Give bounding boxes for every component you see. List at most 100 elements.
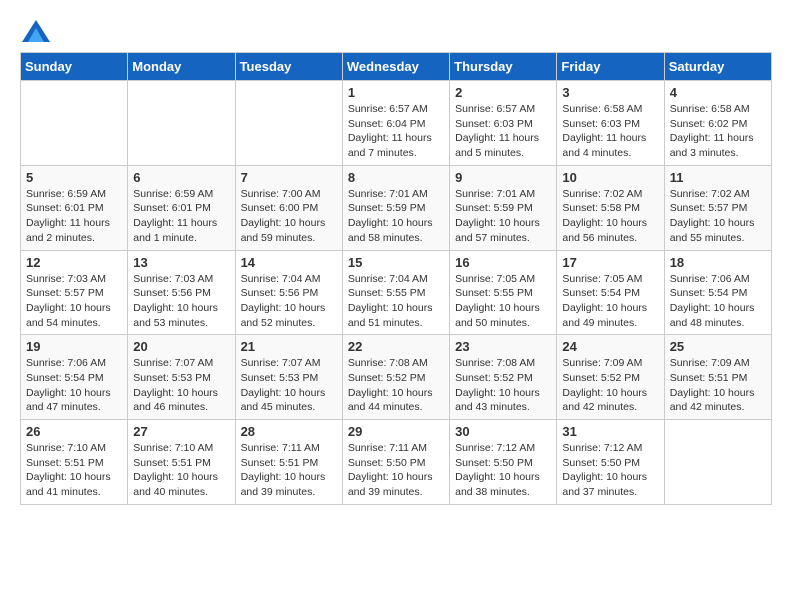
calendar-cell: 9 Sunrise: 7:01 AM Sunset: 5:59 PM Daylig… [450,165,557,250]
day-number: 3 [562,85,658,100]
day-info: Sunrise: 6:57 AM Sunset: 6:04 PM Dayligh… [348,102,444,161]
day-info: Sunrise: 7:08 AM Sunset: 5:52 PM Dayligh… [348,356,444,415]
calendar-cell: 12Sunrise: 7:03 AM Sunset: 5:57 PM Dayli… [21,250,128,335]
calendar-table: SundayMondayTuesdayWednesdayThursdayFrid… [20,52,772,505]
day-number: 26 [26,424,122,439]
day-number: 11 [670,170,766,185]
weekday-header: Friday [557,53,664,81]
day-info: Sunrise: 6:58 AM Sunset: 6:03 PM Dayligh… [562,102,658,161]
day-info: Sunrise: 7:02 AM Sunset: 5:57 PM Dayligh… [670,187,766,246]
day-info: Sunrise: 7:09 AM Sunset: 5:51 PM Dayligh… [670,356,766,415]
calendar-cell: 23 Sunrise: 7:08 AM Sunset: 5:52 PM Dayli… [450,335,557,420]
day-info: Sunrise: 7:01 AM Sunset: 5:59 PM Dayligh… [348,187,444,246]
calendar-cell: 13 Sunrise: 7:03 AM Sunset: 5:56 PM Dayli… [128,250,235,335]
day-number: 6 [133,170,229,185]
calendar-cell: 11 Sunrise: 7:02 AM Sunset: 5:57 PM Dayli… [664,165,771,250]
day-number: 2 [455,85,551,100]
day-number: 29 [348,424,444,439]
calendar-cell: 16 Sunrise: 7:05 AM Sunset: 5:55 PM Dayli… [450,250,557,335]
day-number: 22 [348,339,444,354]
day-info: Sunrise: 7:11 AM Sunset: 5:50 PM Dayligh… [348,441,444,500]
day-info: Sunrise: 7:05 AM Sunset: 5:55 PM Dayligh… [455,272,551,331]
weekday-header: Sunday [21,53,128,81]
day-number: 18 [670,255,766,270]
day-number: 17 [562,255,658,270]
calendar-cell: 19 Sunrise: 7:06 AM Sunset: 5:54 PM Dayli… [21,335,128,420]
calendar-cell: 20 Sunrise: 7:07 AM Sunset: 5:53 PM Dayli… [128,335,235,420]
day-info: Sunrise: 7:06 AM Sunset: 5:54 PM Dayligh… [26,356,122,415]
page-header [20,20,772,42]
day-number: 21 [241,339,337,354]
day-number: 8 [348,170,444,185]
day-info: Sunrise: 7:03 AM Sunset: 5:56 PM Dayligh… [133,272,229,331]
logo [20,20,50,42]
header-row: SundayMondayTuesdayWednesdayThursdayFrid… [21,53,772,81]
day-info: Sunrise: 7:07 AM Sunset: 5:53 PM Dayligh… [241,356,337,415]
day-number: 24 [562,339,658,354]
day-number: 23 [455,339,551,354]
day-info: Sunrise: 7:08 AM Sunset: 5:52 PM Dayligh… [455,356,551,415]
calendar-cell [235,81,342,166]
calendar-week-row: 5Sunrise: 6:59 AM Sunset: 6:01 PM Daylig… [21,165,772,250]
day-info: Sunrise: 7:07 AM Sunset: 5:53 PM Dayligh… [133,356,229,415]
calendar-body: 1 Sunrise: 6:57 AM Sunset: 6:04 PM Daylig… [21,81,772,505]
day-info: Sunrise: 7:01 AM Sunset: 5:59 PM Dayligh… [455,187,551,246]
calendar-cell: 5Sunrise: 6:59 AM Sunset: 6:01 PM Daylig… [21,165,128,250]
weekday-header: Monday [128,53,235,81]
weekday-header: Thursday [450,53,557,81]
calendar-cell: 18Sunrise: 7:06 AM Sunset: 5:54 PM Dayli… [664,250,771,335]
day-number: 1 [348,85,444,100]
calendar-cell: 7 Sunrise: 7:00 AM Sunset: 6:00 PM Daylig… [235,165,342,250]
calendar-cell: 3 Sunrise: 6:58 AM Sunset: 6:03 PM Daylig… [557,81,664,166]
calendar-cell: 15Sunrise: 7:04 AM Sunset: 5:55 PM Dayli… [342,250,449,335]
day-info: Sunrise: 6:59 AM Sunset: 6:01 PM Dayligh… [133,187,229,246]
day-info: Sunrise: 7:05 AM Sunset: 5:54 PM Dayligh… [562,272,658,331]
day-info: Sunrise: 7:11 AM Sunset: 5:51 PM Dayligh… [241,441,337,500]
calendar-cell: 26 Sunrise: 7:10 AM Sunset: 5:51 PM Dayli… [21,420,128,505]
day-info: Sunrise: 7:10 AM Sunset: 5:51 PM Dayligh… [133,441,229,500]
day-number: 9 [455,170,551,185]
day-info: Sunrise: 6:59 AM Sunset: 6:01 PM Dayligh… [26,187,122,246]
day-number: 16 [455,255,551,270]
day-number: 13 [133,255,229,270]
day-number: 19 [26,339,122,354]
day-number: 15 [348,255,444,270]
calendar-week-row: 1 Sunrise: 6:57 AM Sunset: 6:04 PM Daylig… [21,81,772,166]
day-info: Sunrise: 7:09 AM Sunset: 5:52 PM Dayligh… [562,356,658,415]
calendar-cell [664,420,771,505]
day-number: 27 [133,424,229,439]
day-number: 20 [133,339,229,354]
calendar-cell: 2 Sunrise: 6:57 AM Sunset: 6:03 PM Daylig… [450,81,557,166]
day-info: Sunrise: 7:12 AM Sunset: 5:50 PM Dayligh… [562,441,658,500]
day-info: Sunrise: 7:10 AM Sunset: 5:51 PM Dayligh… [26,441,122,500]
calendar-cell [128,81,235,166]
calendar-cell: 25Sunrise: 7:09 AM Sunset: 5:51 PM Dayli… [664,335,771,420]
calendar-cell [21,81,128,166]
calendar-cell: 14 Sunrise: 7:04 AM Sunset: 5:56 PM Dayli… [235,250,342,335]
day-number: 14 [241,255,337,270]
day-info: Sunrise: 7:04 AM Sunset: 5:56 PM Dayligh… [241,272,337,331]
calendar-cell: 29 Sunrise: 7:11 AM Sunset: 5:50 PM Dayli… [342,420,449,505]
calendar-cell: 6 Sunrise: 6:59 AM Sunset: 6:01 PM Daylig… [128,165,235,250]
calendar-cell: 21 Sunrise: 7:07 AM Sunset: 5:53 PM Dayli… [235,335,342,420]
calendar-cell: 27 Sunrise: 7:10 AM Sunset: 5:51 PM Dayli… [128,420,235,505]
calendar-cell: 17 Sunrise: 7:05 AM Sunset: 5:54 PM Dayli… [557,250,664,335]
day-number: 31 [562,424,658,439]
weekday-header: Saturday [664,53,771,81]
day-info: Sunrise: 7:12 AM Sunset: 5:50 PM Dayligh… [455,441,551,500]
day-number: 12 [26,255,122,270]
calendar-week-row: 12Sunrise: 7:03 AM Sunset: 5:57 PM Dayli… [21,250,772,335]
logo-icon [22,20,50,42]
weekday-header: Tuesday [235,53,342,81]
day-number: 10 [562,170,658,185]
day-number: 7 [241,170,337,185]
calendar-cell: 31 Sunrise: 7:12 AM Sunset: 5:50 PM Dayli… [557,420,664,505]
calendar-cell: 30Sunrise: 7:12 AM Sunset: 5:50 PM Dayli… [450,420,557,505]
calendar-week-row: 19 Sunrise: 7:06 AM Sunset: 5:54 PM Dayli… [21,335,772,420]
day-info: Sunrise: 6:57 AM Sunset: 6:03 PM Dayligh… [455,102,551,161]
day-info: Sunrise: 7:02 AM Sunset: 5:58 PM Dayligh… [562,187,658,246]
day-info: Sunrise: 7:00 AM Sunset: 6:00 PM Dayligh… [241,187,337,246]
calendar-cell: 22 Sunrise: 7:08 AM Sunset: 5:52 PM Dayli… [342,335,449,420]
calendar-cell: 1 Sunrise: 6:57 AM Sunset: 6:04 PM Daylig… [342,81,449,166]
calendar-cell: 28Sunrise: 7:11 AM Sunset: 5:51 PM Dayli… [235,420,342,505]
